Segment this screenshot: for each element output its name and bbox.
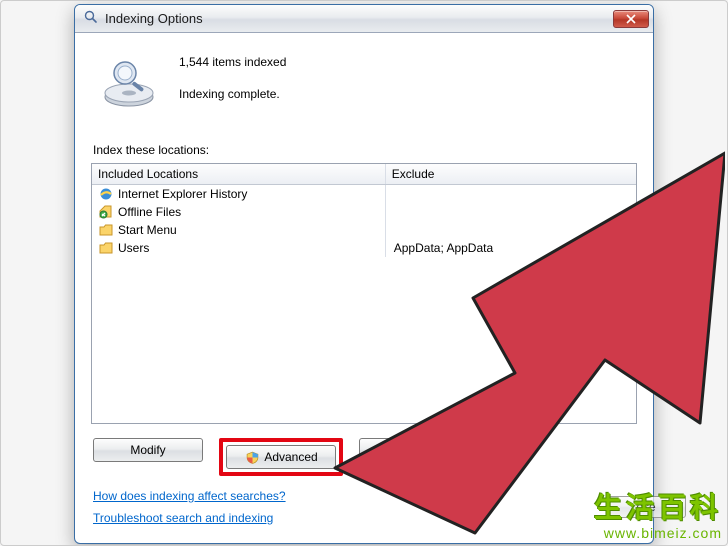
advanced-button[interactable]: Advanced bbox=[226, 445, 336, 469]
close-icon bbox=[626, 14, 636, 24]
ie-icon bbox=[98, 186, 114, 202]
list-item-exclude: AppData; AppData bbox=[394, 241, 493, 255]
list-header: Included Locations Exclude bbox=[92, 164, 636, 185]
magnifier-icon bbox=[83, 9, 99, 28]
modify-button[interactable]: Modify bbox=[93, 438, 203, 462]
help-links: How does indexing affect searches? Troub… bbox=[91, 482, 637, 533]
locations-list: Included Locations Exclude Internet Expl… bbox=[91, 163, 637, 424]
col-header-exclude[interactable]: Exclude bbox=[386, 164, 636, 184]
list-item-label: Users bbox=[118, 241, 149, 255]
button-label: Modify bbox=[130, 443, 165, 457]
list-item[interactable]: Offline Files bbox=[92, 203, 636, 221]
locations-label: Index these locations: bbox=[93, 143, 637, 157]
list-item[interactable]: Users AppData; AppData bbox=[92, 239, 636, 257]
index-drive-icon bbox=[99, 53, 159, 113]
list-item[interactable]: Start Menu bbox=[92, 221, 636, 239]
advanced-highlight: Advanced bbox=[219, 438, 343, 476]
shield-icon bbox=[244, 449, 260, 465]
folder-icon bbox=[98, 240, 114, 256]
titlebar[interactable]: Indexing Options bbox=[75, 5, 653, 33]
list-body: Internet Explorer History Offline Files bbox=[92, 185, 636, 423]
folder-icon bbox=[98, 222, 114, 238]
indexing-state: Indexing complete. bbox=[179, 87, 286, 101]
col-header-included[interactable]: Included Locations bbox=[92, 164, 386, 184]
button-label: Pause bbox=[407, 443, 441, 457]
list-item-label: Start Menu bbox=[118, 223, 177, 237]
button-row: Modify Advanced Pause bbox=[91, 424, 637, 482]
link-troubleshoot[interactable]: Troubleshoot search and indexing bbox=[93, 511, 273, 525]
status-text: 1,544 items indexed Indexing complete. bbox=[179, 55, 286, 119]
link-how-indexing[interactable]: How does indexing affect searches? bbox=[93, 489, 286, 503]
dialog-content: 1,544 items indexed Indexing complete. I… bbox=[75, 33, 653, 543]
indexing-options-dialog: Indexing Options 1,544 items inde bbox=[74, 4, 654, 544]
shield-icon bbox=[387, 442, 403, 458]
status-area: 1,544 items indexed Indexing complete. bbox=[91, 45, 637, 133]
indexed-count: 1,544 items indexed bbox=[179, 55, 286, 69]
watermark-text: 生活百科 bbox=[594, 490, 722, 525]
watermark-url: www.bimeiz.com bbox=[594, 525, 722, 543]
list-item[interactable]: Internet Explorer History bbox=[92, 185, 636, 203]
dialog-title: Indexing Options bbox=[105, 11, 607, 26]
close-button[interactable] bbox=[613, 10, 649, 28]
list-item-label: Offline Files bbox=[118, 205, 181, 219]
pause-button[interactable]: Pause bbox=[359, 438, 469, 462]
list-item-label: Internet Explorer History bbox=[118, 187, 247, 201]
watermark: 生活百科 www.bimeiz.com bbox=[594, 490, 722, 543]
button-label: Advanced bbox=[264, 450, 317, 464]
offline-icon bbox=[98, 204, 114, 220]
